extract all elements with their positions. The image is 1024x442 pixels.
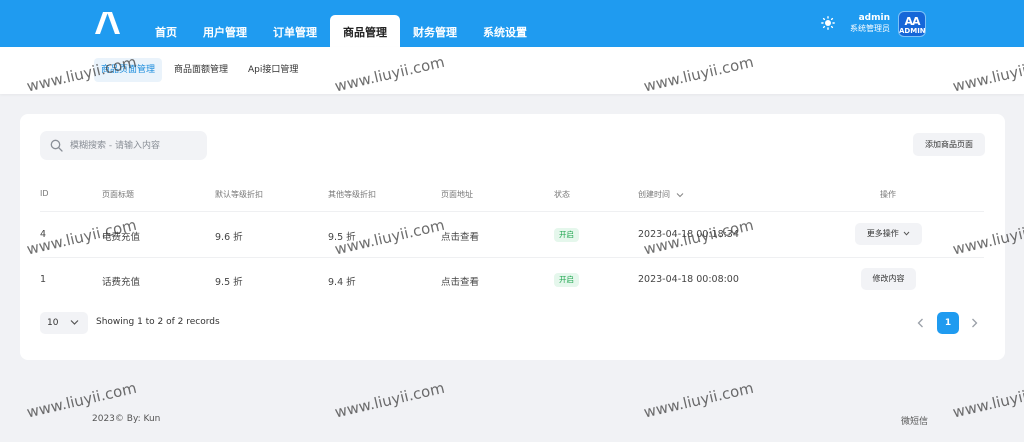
page-button-current[interactable]: 1: [937, 312, 959, 334]
header-status: 状态: [554, 190, 570, 199]
main-nav: 首页 用户管理 订单管理 商品管理 财务管理 系统设置: [142, 15, 540, 47]
row-1-id: 4: [40, 229, 47, 240]
nav-products[interactable]: 商品管理: [330, 15, 400, 47]
row-1-default-discount: 9.6 折: [215, 232, 243, 243]
row-2-title: 话费充值: [102, 277, 141, 288]
subtab-product-denominations[interactable]: 商品面额管理: [167, 58, 235, 82]
top-nav-bar: 首页 用户管理 订单管理 商品管理 财务管理 系统设置 admin 系统管理员 …: [0, 0, 1024, 47]
header-title: 页面标题: [102, 190, 134, 199]
chevron-down-icon: [676, 192, 683, 197]
row-2-other-discount: 9.4 折: [328, 277, 356, 288]
nav-home[interactable]: 首页: [142, 15, 190, 47]
row-2-edit-button[interactable]: 修改内容: [861, 268, 916, 290]
footer-link[interactable]: 微短信: [901, 414, 928, 427]
row-1-more-actions-label: 更多操作: [866, 229, 899, 238]
footer-copyright: 2023© By: Kun: [92, 414, 161, 424]
add-product-page-button[interactable]: 添加商品页面: [913, 133, 985, 156]
avatar-logo-text: AA: [904, 15, 920, 28]
chevron-down-icon: [903, 231, 910, 236]
row-1-more-actions-button[interactable]: 更多操作: [855, 223, 922, 245]
page-size-value: 10: [47, 318, 59, 328]
content-card: 添加商品页面 ID 页面标题 默认等级折扣 其他等级折扣 页面地址 状态 创建时…: [20, 114, 1005, 360]
search-box: [40, 131, 207, 160]
nav-finance[interactable]: 财务管理: [400, 15, 470, 47]
user-name: admin: [858, 13, 890, 23]
brand-logo[interactable]: [93, 12, 121, 34]
header-created-sortable[interactable]: 创建时间: [638, 189, 684, 200]
row-2-id: 1: [40, 274, 47, 285]
row-divider: [40, 211, 984, 212]
search-input[interactable]: [70, 136, 200, 155]
row-1-created: 2023-04-18 00:18:34: [638, 229, 739, 240]
page-size-select[interactable]: 10: [40, 312, 88, 334]
nav-orders[interactable]: 订单管理: [260, 15, 330, 47]
header-created-label: 创建时间: [638, 190, 670, 199]
chevron-down-icon: [70, 320, 79, 325]
row-1-other-discount: 9.5 折: [328, 232, 356, 243]
search-icon: [50, 139, 63, 152]
subtab-product-pages[interactable]: 商品页面管理: [94, 58, 163, 82]
nav-settings[interactable]: 系统设置: [470, 15, 540, 47]
subtab-api-management[interactable]: Api接口管理: [241, 58, 305, 82]
prev-page-chevron-left-icon[interactable]: [914, 316, 928, 330]
header-id: ID: [40, 189, 49, 198]
row-2-created: 2023-04-18 00:08:00: [638, 274, 739, 285]
row-2-address-link[interactable]: 点击查看: [441, 274, 479, 288]
sub-nav-bar: 商品页面管理 商品面额管理 Api接口管理: [0, 47, 1024, 94]
row-1-status-badge: 开启: [554, 228, 579, 242]
header-other-discount: 其他等级折扣: [328, 190, 376, 199]
row-2-default-discount: 9.5 折: [215, 277, 243, 288]
next-page-chevron-right-icon[interactable]: [967, 316, 981, 330]
watermark-text: www.liuyii.com: [333, 378, 447, 422]
header-actions: 操作: [880, 190, 896, 199]
avatar[interactable]: AA ADMIN: [898, 11, 926, 37]
records-summary: Showing 1 to 2 of 2 records: [96, 317, 220, 327]
row-1-title: 电费充值: [102, 232, 141, 243]
row-1-address-link[interactable]: 点击查看: [441, 229, 479, 243]
user-role: 系统管理员: [850, 24, 890, 33]
avatar-sub-text: ADMIN: [899, 27, 926, 35]
nav-users[interactable]: 用户管理: [190, 15, 260, 47]
header-default-discount: 默认等级折扣: [215, 190, 263, 199]
watermark-text: www.liuyii.com: [642, 378, 756, 422]
row-divider: [40, 257, 984, 258]
header-address: 页面地址: [441, 190, 473, 199]
watermark-text: www.liuyii.com: [951, 378, 1024, 422]
row-2-status-badge: 开启: [554, 273, 579, 287]
theme-toggle-sun-icon[interactable]: [821, 16, 835, 30]
